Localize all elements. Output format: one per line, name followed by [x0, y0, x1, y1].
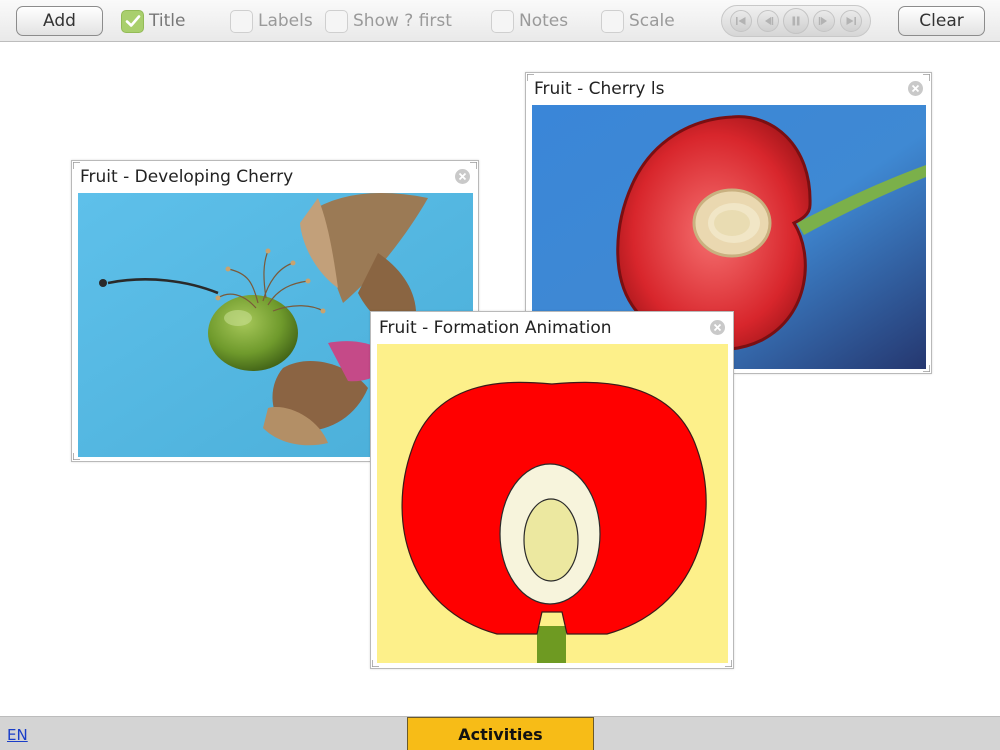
scale-option[interactable]: Scale [601, 9, 675, 33]
scale-option-label: Scale [629, 11, 675, 31]
labels-option[interactable]: Labels [230, 9, 313, 33]
show-first-option-label: Show ? first [353, 11, 452, 31]
close-icon[interactable] [908, 81, 923, 96]
animation-controls [721, 5, 871, 37]
title-checkbox[interactable] [121, 9, 144, 33]
activities-button[interactable]: Activities [407, 717, 594, 750]
title-option[interactable]: Title [121, 9, 185, 33]
add-button[interactable]: Add [16, 6, 103, 36]
notes-option[interactable]: Notes [491, 9, 568, 33]
resize-handle[interactable] [922, 364, 930, 372]
close-icon[interactable] [455, 169, 470, 184]
language-link[interactable]: EN [7, 726, 28, 744]
checkmark-icon [125, 15, 140, 27]
toolbar: Add Title Labels Show ? first Notes Scal… [0, 0, 1000, 42]
show-first-option[interactable]: Show ? first [325, 9, 452, 33]
notes-option-label: Notes [519, 11, 569, 31]
clear-button[interactable]: Clear [898, 6, 985, 36]
show-first-checkbox[interactable] [325, 9, 348, 33]
scale-checkbox[interactable] [601, 9, 624, 33]
resize-handle[interactable] [73, 162, 81, 170]
panel-title: Fruit - Cherry ls [534, 79, 665, 99]
panel-title: Fruit - Formation Animation [379, 318, 612, 338]
step-forward-icon[interactable] [813, 10, 836, 32]
panel-title: Fruit - Developing Cherry [80, 167, 294, 187]
resize-handle[interactable] [724, 659, 732, 667]
resize-handle[interactable] [527, 74, 535, 82]
resize-handle[interactable] [73, 452, 81, 460]
labels-checkbox[interactable] [230, 9, 253, 33]
formation-animation-canvas [377, 344, 728, 663]
skip-to-start-icon[interactable] [730, 10, 753, 32]
close-icon[interactable] [710, 320, 725, 335]
step-back-icon[interactable] [756, 10, 779, 32]
skip-to-end-icon[interactable] [839, 10, 862, 32]
resize-handle[interactable] [372, 659, 380, 667]
notes-checkbox[interactable] [491, 9, 514, 33]
formation-animation-panel[interactable]: Fruit - Formation Animation [370, 311, 734, 669]
resize-handle[interactable] [922, 74, 930, 82]
labels-option-label: Labels [258, 11, 313, 31]
resize-handle[interactable] [469, 162, 477, 170]
bottom-bar: EN Activities [0, 716, 1000, 750]
pause-icon[interactable] [782, 8, 809, 34]
title-option-label: Title [149, 11, 186, 31]
